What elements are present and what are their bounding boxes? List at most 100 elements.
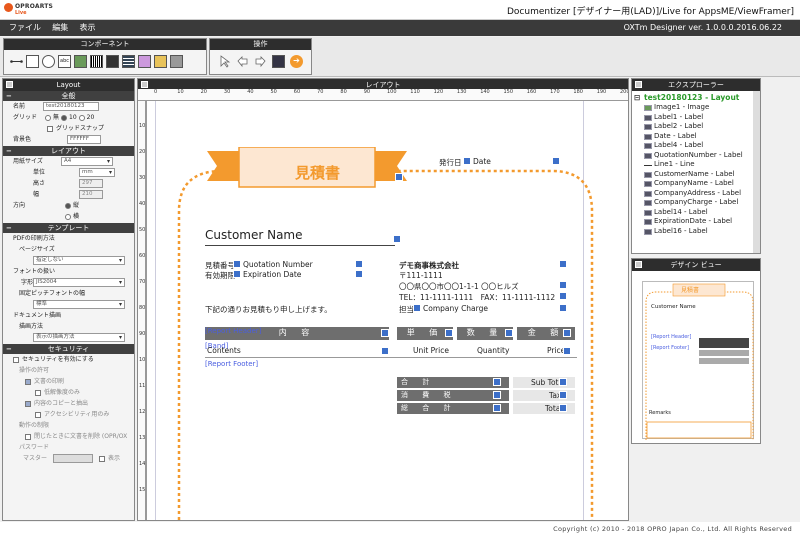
resize-handle-icon[interactable] xyxy=(233,270,241,278)
landscape-radio[interactable] xyxy=(65,213,71,220)
greeting-text[interactable]: 下記の通りお見積もり申し上げます。 xyxy=(205,304,332,315)
tree-item[interactable]: QuotationNumber - Label xyxy=(632,151,760,161)
unit-select[interactable]: mm xyxy=(79,168,115,177)
resize-handle-icon[interactable] xyxy=(493,378,501,386)
accessibility-checkbox[interactable] xyxy=(35,411,41,418)
grid-20-radio[interactable] xyxy=(78,114,85,121)
charge-field[interactable]: Company Charge xyxy=(423,304,488,313)
unit-price-field[interactable]: Unit Price xyxy=(413,346,449,355)
tree-item[interactable]: Line1 - Line xyxy=(632,160,760,170)
barcode-icon[interactable] xyxy=(90,55,103,68)
row-line[interactable] xyxy=(205,357,577,358)
resize-handle-icon[interactable] xyxy=(393,235,401,243)
design-canvas[interactable]: 見積書 発行日 Date Customer Name 見積番号 Quotatio… xyxy=(146,101,628,520)
tree-root[interactable]: ⊟ test20180123 - Layout xyxy=(632,93,760,103)
resize-handle-icon[interactable] xyxy=(355,270,363,278)
issue-date-field[interactable]: Date xyxy=(473,157,491,166)
tree-item[interactable]: Label1 - Label xyxy=(632,113,760,123)
tree-item[interactable]: Image1 - Image xyxy=(632,103,760,113)
menu-edit[interactable]: 編集 xyxy=(52,22,68,33)
tree-item[interactable]: CompanyName - Label xyxy=(632,179,760,189)
image-icon[interactable] xyxy=(74,55,87,68)
grid-none-radio[interactable] xyxy=(45,114,51,121)
paper-size-select[interactable]: A4 xyxy=(61,157,113,166)
expire-field[interactable]: Expiration Date xyxy=(243,270,301,279)
name-input[interactable]: test20180123 xyxy=(43,102,99,111)
menu-file[interactable]: ファイル xyxy=(9,22,41,33)
label-icon[interactable]: abc xyxy=(58,55,71,68)
table-icon[interactable] xyxy=(106,55,119,68)
company-tel[interactable]: TEL：11-1111-1111 FAX：11-1111-1112 xyxy=(399,292,555,303)
width-input[interactable]: 210 xyxy=(79,190,103,199)
resize-handle-icon[interactable] xyxy=(559,404,567,412)
undo-icon[interactable] xyxy=(236,55,249,68)
quantity-field[interactable]: Quantity xyxy=(477,346,509,355)
menu-view[interactable]: 表示 xyxy=(79,22,95,33)
explorer-scrollbar[interactable] xyxy=(753,91,760,253)
tree-item[interactable]: CustomerName - Label xyxy=(632,170,760,180)
resize-handle-icon[interactable] xyxy=(559,281,567,289)
resize-handle-icon[interactable] xyxy=(559,391,567,399)
save-icon[interactable] xyxy=(272,55,285,68)
portrait-radio[interactable] xyxy=(65,202,71,209)
resize-handle-icon[interactable] xyxy=(559,292,567,300)
redo-icon[interactable] xyxy=(254,55,267,68)
collapse-icon[interactable]: ⊟ xyxy=(634,93,640,103)
print-checkbox[interactable] xyxy=(25,378,31,385)
tree-item[interactable]: CompanyCharge - Label xyxy=(632,198,760,208)
stamp-icon[interactable] xyxy=(154,55,167,68)
show-password-checkbox[interactable] xyxy=(99,455,105,462)
group-icon[interactable] xyxy=(138,55,151,68)
resize-handle-icon[interactable] xyxy=(355,260,363,268)
resize-handle-icon[interactable] xyxy=(381,347,389,355)
grid-10-radio[interactable] xyxy=(61,114,68,121)
report-footer-band[interactable]: [Report Footer] xyxy=(205,360,565,371)
resize-handle-icon[interactable] xyxy=(463,157,471,165)
resize-handle-icon[interactable] xyxy=(559,260,567,268)
close-delete-checkbox[interactable] xyxy=(25,433,31,440)
resize-handle-icon[interactable] xyxy=(233,260,241,268)
cursor-icon[interactable] xyxy=(218,55,231,68)
resize-handle-icon[interactable] xyxy=(559,378,567,386)
grid-snap-checkbox[interactable] xyxy=(47,125,53,132)
page-icon[interactable] xyxy=(170,55,183,68)
tree-item[interactable]: CompanyAddress - Label xyxy=(632,189,760,199)
resize-handle-icon[interactable] xyxy=(493,404,501,412)
resize-handle-icon[interactable] xyxy=(445,329,453,337)
issue-date-label[interactable]: 発行日 xyxy=(439,157,462,168)
resize-handle-icon[interactable] xyxy=(563,329,571,337)
contents-field[interactable]: Contents xyxy=(207,346,241,355)
tree-item[interactable]: Date - Label xyxy=(632,132,760,142)
tree-item[interactable]: Label16 - Label xyxy=(632,227,760,237)
pin-icon[interactable] xyxy=(635,81,642,88)
resize-handle-icon[interactable] xyxy=(381,329,389,337)
company-zip[interactable]: 〒111-1111 xyxy=(399,270,443,281)
pin-icon[interactable] xyxy=(6,81,13,88)
low-res-checkbox[interactable] xyxy=(35,389,41,396)
resize-handle-icon[interactable] xyxy=(563,347,571,355)
security-enable-checkbox[interactable] xyxy=(13,356,19,363)
height-input[interactable]: 297 xyxy=(79,179,103,188)
tree-item[interactable]: ExpirationDate - Label xyxy=(632,217,760,227)
tree-item[interactable]: Label2 - Label xyxy=(632,122,760,132)
pitch-select[interactable]: 標準 xyxy=(33,300,125,309)
copy-checkbox[interactable] xyxy=(25,400,31,407)
rect-icon[interactable] xyxy=(26,55,39,68)
customer-underline[interactable] xyxy=(205,245,395,246)
resize-handle-icon[interactable] xyxy=(552,157,560,165)
section-security[interactable]: − セキュリティ xyxy=(3,344,134,354)
customer-name-field[interactable]: Customer Name xyxy=(205,228,303,242)
resize-handle-icon[interactable] xyxy=(395,173,403,181)
resize-handle-icon[interactable] xyxy=(413,304,421,312)
master-password-input[interactable] xyxy=(53,454,93,463)
circle-icon[interactable] xyxy=(42,55,55,68)
resize-handle-icon[interactable] xyxy=(505,329,513,337)
section-layout[interactable]: − レイアウト xyxy=(3,146,134,156)
grid-icon[interactable] xyxy=(122,55,135,68)
run-icon[interactable]: ➔ xyxy=(290,55,303,68)
pin-icon[interactable] xyxy=(635,261,642,268)
charge-label[interactable]: 担当 xyxy=(399,304,414,315)
expire-label[interactable]: 有効期限 xyxy=(205,270,235,281)
font-face-select[interactable]: JIS2004 xyxy=(33,278,125,287)
company-address[interactable]: 〇〇県〇〇市〇〇1-1-1 〇〇ヒルズ xyxy=(399,281,519,292)
